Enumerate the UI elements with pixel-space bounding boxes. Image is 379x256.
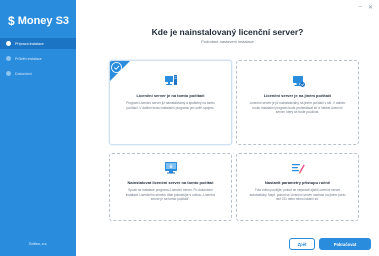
- option-remote-server[interactable]: Licenční server je na jiném počítači Lic…: [236, 60, 359, 145]
- install-steps: Příprava instalace Průběh instalace Doko…: [0, 38, 76, 83]
- page-title: Kde je nainstalovaný licenční server?: [151, 27, 304, 37]
- company-name: Solitea, a.s.: [28, 242, 48, 246]
- step-active-icon: [6, 41, 11, 46]
- step-label: Příprava instalace: [15, 41, 44, 46]
- step-pending-icon: [6, 56, 11, 61]
- option-install-server[interactable]: Nainstalovat licenční server na tomto po…: [109, 153, 232, 221]
- window-controls: – ✕: [359, 4, 373, 11]
- remote-server-icon: [292, 76, 305, 87]
- option-local-server[interactable]: Licenční server je na tomto počítači Pro…: [109, 60, 232, 145]
- continue-button[interactable]: Pokračovat: [319, 238, 371, 250]
- page-header: Kde je nainstalovaný licenční server? Po…: [76, 27, 379, 44]
- close-icon[interactable]: ✕: [368, 4, 373, 11]
- step-progress: Průběh instalace: [0, 53, 76, 64]
- option-manual-settings[interactable]: Nastavit parametry přístupu ručně Tuto v…: [236, 153, 359, 221]
- money-logo-icon: $: [8, 14, 15, 28]
- step-label: Průběh instalace: [15, 56, 42, 61]
- option-title: Licenční server je na jiném počítači: [263, 93, 332, 98]
- manual-settings-icon: [291, 164, 305, 174]
- option-description: Program Licenční server již nainstalovan…: [126, 101, 215, 110]
- option-title: Nainstalovat licenční server na tomto po…: [127, 180, 214, 185]
- step-label: Dokončení: [15, 71, 33, 76]
- app-name: Money S3: [17, 15, 70, 27]
- option-description: Spustí se instalace programu Licenční se…: [125, 188, 216, 202]
- option-title: Licenční server je na tomto počítači: [136, 93, 205, 98]
- local-server-icon: [164, 75, 177, 85]
- step-pending-icon: [6, 71, 11, 76]
- sidebar: $ Money S3 Příprava instalace Průběh ins…: [0, 0, 76, 256]
- step-preparation: Příprava instalace: [0, 38, 76, 49]
- check-icon: [110, 61, 130, 81]
- step-finish: Dokončení: [0, 68, 76, 79]
- page-subtitle: Podrobné nastavení instalace: [201, 39, 254, 44]
- back-button[interactable]: Zpět: [289, 238, 315, 250]
- option-title: Nastavit parametry přístupu ručně: [264, 180, 331, 185]
- install-server-icon: [164, 162, 177, 174]
- option-description: Tuto volbu použijte, pokud se nepodaří z…: [249, 188, 346, 202]
- minimize-icon[interactable]: –: [359, 4, 362, 11]
- app-logo: $ Money S3: [8, 14, 69, 28]
- option-description: Licenční server je již nainstalovaný na …: [249, 101, 346, 115]
